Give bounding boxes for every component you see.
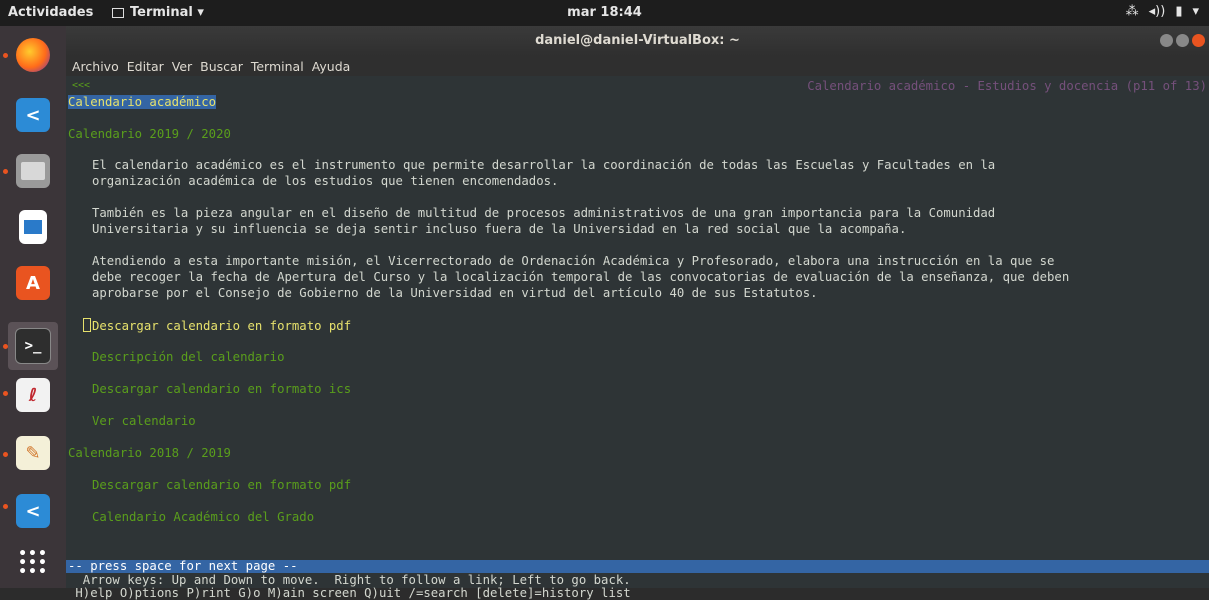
link-descripcion[interactable]: Descripción del calendario (92, 350, 285, 364)
volume-icon[interactable]: ◂)) (1149, 4, 1166, 19)
tray-menu-chevron[interactable]: ▾ (1192, 4, 1199, 19)
paragraph-line: También es la pieza angular en el diseño… (92, 206, 996, 220)
terminal-content[interactable]: <<< Calendario académico - Estudios y do… (66, 76, 1209, 600)
paragraph-line: organización académica de los estudios q… (92, 174, 559, 188)
evince-icon[interactable]: ℓ (12, 374, 54, 416)
status-text: -- press space for next page -- (68, 559, 298, 573)
running-indicator (3, 169, 8, 174)
menu-buscar[interactable]: Buscar (200, 59, 243, 74)
system-tray[interactable]: ⁂ ◂)) ▮ ▾ (1126, 4, 1199, 19)
terminal-window: daniel@daniel-VirtualBox: ~ Archivo Edit… (66, 26, 1209, 600)
paragraph-line: El calendario académico es el instrument… (92, 158, 996, 172)
minimize-button[interactable] (1160, 34, 1173, 47)
menu-archivo[interactable]: Archivo (72, 59, 119, 74)
paragraph-line: aprobarse por el Consejo de Gobierno de … (92, 286, 818, 300)
app-grid-icon[interactable]: ••• ••• ••• (12, 542, 54, 584)
battery-icon[interactable]: ▮ (1175, 4, 1182, 19)
writer-icon[interactable] (12, 206, 54, 248)
menu-editar[interactable]: Editar (127, 59, 164, 74)
terminal-icon[interactable]: >_ (8, 322, 58, 370)
running-indicator (3, 391, 8, 396)
running-indicator (3, 53, 8, 58)
clock[interactable]: mar 18:44 (0, 5, 1209, 20)
close-button[interactable] (1192, 34, 1205, 47)
link-ver-calendario[interactable]: Ver calendario (92, 414, 196, 428)
running-indicator (3, 504, 8, 509)
firefox-icon[interactable] (12, 34, 54, 76)
top-bar: Actividades Terminal ▾ mar 18:44 ⁂ ◂)) ▮… (0, 0, 1209, 26)
maximize-button[interactable] (1176, 34, 1189, 47)
text-cursor (83, 318, 91, 332)
paragraph-line: debe recoger la fecha de Apertura del Cu… (92, 270, 1070, 284)
software-center-icon[interactable]: A (12, 262, 54, 304)
page-heading: Calendario académico (68, 95, 217, 109)
back-arrow[interactable]: <<< (72, 79, 90, 93)
paragraph-line: Universitaria y su influencia se deja se… (92, 222, 907, 236)
link-calendario-grado[interactable]: Calendario Académico del Grado (92, 510, 314, 524)
window-title: daniel@daniel-VirtualBox: ~ (66, 26, 1209, 56)
text-editor-icon[interactable]: ✎ (12, 432, 54, 474)
window-controls (1160, 34, 1205, 47)
files-icon[interactable] (12, 150, 54, 192)
menu-ver[interactable]: Ver (172, 59, 192, 74)
link-download-pdf-2018[interactable]: Descargar calendario en formato pdf (92, 478, 351, 492)
paragraph-line: Atendiendo a esta importante misión, el … (92, 254, 1055, 268)
menu-bar: Archivo Editar Ver Buscar Terminal Ayuda (66, 56, 1209, 76)
help-line: H)elp O)ptions P)rint G)o M)ain screen Q… (68, 586, 631, 600)
running-indicator (3, 452, 8, 457)
dock: < A >_ ℓ ✎ < ••• ••• ••• (0, 26, 66, 588)
page-info: Calendario académico - Estudios y docenc… (807, 79, 1207, 93)
network-icon[interactable]: ⁂ (1126, 4, 1139, 19)
menu-terminal[interactable]: Terminal (251, 59, 304, 74)
vscode-icon[interactable]: < (12, 94, 54, 136)
menu-ayuda[interactable]: Ayuda (312, 59, 351, 74)
link-download-ics[interactable]: Descargar calendario en formato ics (92, 382, 351, 396)
section-2019-2020: Calendario 2019 / 2020 (68, 127, 231, 141)
link-download-pdf-selected[interactable]: Descargar calendario en formato pdf (83, 318, 351, 333)
section-2018-2019: Calendario 2018 / 2019 (68, 446, 231, 460)
vscode-icon-2[interactable]: < (12, 490, 54, 532)
